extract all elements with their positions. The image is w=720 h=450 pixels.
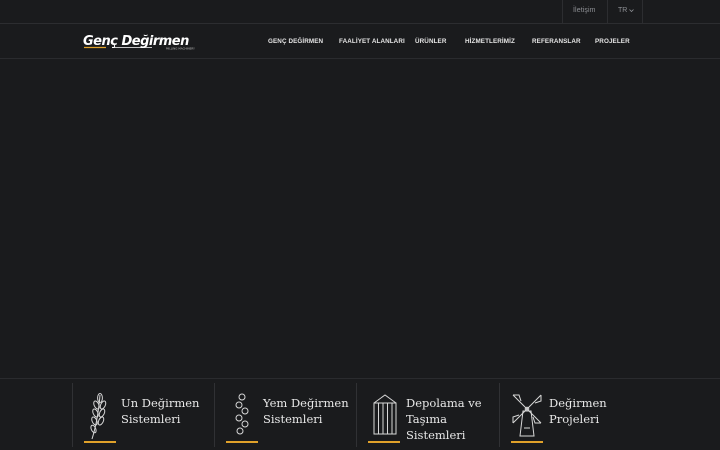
feature-separator [214, 383, 215, 447]
feature-yem-degirmen[interactable]: Yem Değirmen Sistemleri [214, 379, 356, 450]
feature-title-line: Değirmen Projeleri [549, 396, 607, 426]
top-utility-bar: İletişim TR [0, 0, 720, 24]
nav-item-faaliyet-alanlari[interactable]: FAALİYET ALANLARI [339, 38, 405, 45]
pellets-icon [235, 393, 249, 435]
feature-title-line: Yem Değirmen [263, 396, 349, 410]
topbar-divider [642, 0, 643, 24]
feature-underline [511, 441, 543, 443]
feature-title-line: Sistemleri [121, 412, 181, 426]
nav-item-hizmetlerimiz[interactable]: HİZMETLERİMİZ [465, 38, 515, 45]
feature-separator [356, 383, 357, 447]
language-label: TR [618, 7, 628, 14]
feature-title-line: Sistemleri [263, 412, 323, 426]
topbar-divider [562, 0, 563, 24]
feature-depolama[interactable]: Depolama ve Taşıma Sistemleri [356, 379, 499, 450]
hero-area [0, 60, 720, 378]
feature-underline [226, 441, 258, 443]
feature-title: Değirmen Projeleri [549, 395, 659, 427]
feature-title-line: Depolama ve [406, 396, 482, 410]
wheat-icon [90, 393, 107, 440]
language-selector[interactable]: TR [618, 7, 635, 14]
feature-separator [499, 383, 500, 447]
feature-separator [72, 383, 73, 447]
feature-strip: Un Değirmen Sistemleri Yem Değirmen Sist… [0, 378, 720, 450]
nav-item-referanslar[interactable]: REFERANSLAR [532, 38, 581, 45]
nav-item-genc-degirmen[interactable]: GENÇ DEĞİRMEN [268, 38, 323, 45]
feature-un-degirmen[interactable]: Un Değirmen Sistemleri [72, 379, 214, 450]
chevron-down-icon [629, 9, 635, 13]
feature-title-line: Un Değirmen [121, 396, 200, 410]
main-header: Genç Değirmen MILLING MACHINERY GENÇ DEĞ… [0, 24, 720, 59]
feature-underline [84, 441, 116, 443]
nav-item-urunler[interactable]: ÜRÜNLER [415, 38, 446, 45]
feature-title: Yem Değirmen Sistemleri [263, 395, 349, 427]
nav-item-projeler[interactable]: PROJELER [595, 38, 630, 45]
silo-icon [373, 394, 397, 435]
feature-title: Depolama ve Taşıma Sistemleri [406, 395, 499, 443]
contact-link[interactable]: İletişim [573, 7, 596, 14]
feature-underline [368, 441, 400, 443]
feature-title: Un Değirmen Sistemleri [121, 395, 199, 427]
feature-title-line: Taşıma Sistemleri [406, 412, 466, 442]
windmill-icon [512, 394, 542, 437]
main-nav: GENÇ DEĞİRMEN FAALİYET ALANLARI ÜRÜNLER … [0, 38, 720, 48]
topbar-divider [607, 0, 608, 24]
feature-degirmen-projeleri[interactable]: Değirmen Projeleri [499, 379, 659, 450]
